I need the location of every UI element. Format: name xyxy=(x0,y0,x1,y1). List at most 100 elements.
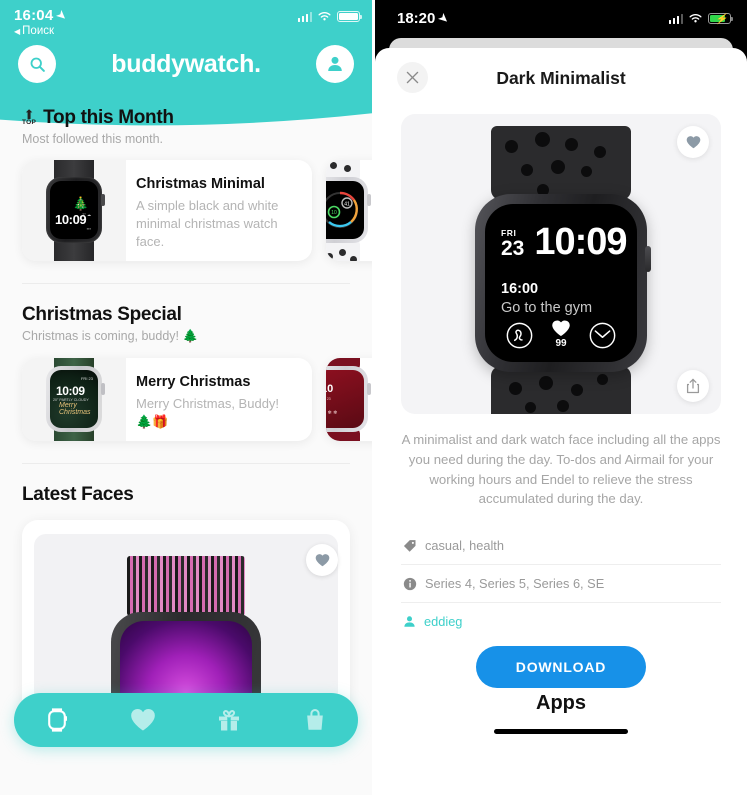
complication-airmail xyxy=(589,322,616,349)
complication-endel xyxy=(506,322,533,349)
watch-case: 41 10 xyxy=(326,177,371,244)
watchface-card[interactable]: FRI 23 10:09 20° PARTLY CLOUDY Merry Chri… xyxy=(22,357,312,441)
merry-christmas-script: Merry Christmas xyxy=(59,402,91,417)
watchface-name: Merry Christmas xyxy=(136,373,251,390)
back-to-app-link[interactable]: ◀ Поиск xyxy=(14,25,67,37)
svg-text:41: 41 xyxy=(344,202,350,208)
section-title: Christmas Special xyxy=(22,303,182,325)
location-arrow-icon: ➤ xyxy=(436,11,452,27)
section-title: Latest Faces xyxy=(22,483,134,505)
section-subtitle: Most followed this month. xyxy=(22,132,164,146)
apps-label: Apps xyxy=(536,692,586,715)
close-button[interactable] xyxy=(397,62,428,93)
heart-icon xyxy=(552,320,570,337)
digital-crown xyxy=(367,194,371,207)
watchface-day: 23 xyxy=(501,236,525,260)
share-button[interactable] xyxy=(677,370,709,402)
download-section: DOWNLOAD Apps xyxy=(375,646,747,735)
section-title: Top this Month xyxy=(43,107,174,128)
person-icon xyxy=(328,56,342,71)
watch-screen: FRI 23 10:09 16:00 Go to the gym 99 xyxy=(485,204,637,362)
christmas-tree-glyph: 🎄 xyxy=(72,196,89,212)
status-time-text: 18:20 xyxy=(397,10,436,27)
dual-screen-container: 16:04 ➤ ◀ Поиск buddywatch. ⬆ TOP Top th… xyxy=(0,0,750,795)
meta-row-compatibility: Series 4, Series 5, Series 6, SE xyxy=(401,565,721,604)
buddywatch-home-screen: 16:04 ➤ ◀ Поиск buddywatch. ⬆ TOP Top th… xyxy=(0,0,375,795)
watchface-card-peek[interactable]: 10 VEN 23 ❄ ❄ ❄ xyxy=(326,357,372,441)
watchface-info: Merry Christmas Merry Christmas, Buddy! … xyxy=(126,358,312,441)
watch-case: FRI 23 10:09 20° PARTLY CLOUDY Merry Chri… xyxy=(46,366,105,433)
favorite-button[interactable] xyxy=(306,543,338,576)
watch-illustration-nike: 41 10 xyxy=(326,160,371,261)
watch-date-mini: FRI 23 xyxy=(80,376,93,382)
watchface-card-rail[interactable]: 🎄 2° ☁ 10:09 ▪▪▪ Christmas Minimal A sim… xyxy=(0,146,372,261)
profile-button[interactable] xyxy=(315,45,354,83)
home-indicator xyxy=(494,729,628,735)
watch-screen: 🎄 2° ☁ 10:09 ▪▪▪ xyxy=(50,181,98,240)
battery-charging-icon: ⚡ xyxy=(708,13,733,25)
heartrate-value: 99 xyxy=(555,338,567,349)
watchface-card[interactable]: 🎄 2° ☁ 10:09 ▪▪▪ Christmas Minimal A sim… xyxy=(22,160,312,261)
back-triangle-icon: ◀ xyxy=(14,26,21,36)
section-top-this-month: ⬆ TOP Top this Month Most followed this … xyxy=(0,107,372,261)
info-icon xyxy=(403,577,417,591)
cellular-icon xyxy=(297,11,312,22)
heart-icon xyxy=(315,553,329,566)
watchface-event-time: 16:00 xyxy=(501,281,539,297)
watchface-event-title: Go to the gym xyxy=(501,300,593,316)
top-badge-icon: ⬆ TOP xyxy=(22,107,36,127)
digital-crown xyxy=(367,383,371,396)
heart-icon xyxy=(131,708,155,731)
watchface-info: Christmas Minimal A simple black and whi… xyxy=(126,160,312,261)
tab-gifts[interactable] xyxy=(202,693,256,747)
watchface-card-peek[interactable]: 41 10 xyxy=(326,160,372,261)
section-header: Christmas Special Christmas is coming, b… xyxy=(0,304,372,344)
wifi-icon xyxy=(689,13,702,23)
section-divider xyxy=(22,462,350,464)
meta-row-author[interactable]: eddieg xyxy=(401,603,721,640)
airmail-icon xyxy=(589,322,616,349)
watch-complication-mini: ▪▪▪ xyxy=(86,226,91,232)
watch-case: 🎄 2° ☁ 10:09 ▪▪▪ xyxy=(46,177,105,244)
tab-shop[interactable] xyxy=(288,693,342,747)
back-label: Поиск xyxy=(22,25,55,37)
status-left: 16:04 ➤ ◀ Поиск xyxy=(14,7,69,37)
status-time: 16:04 ➤ xyxy=(14,7,69,24)
search-button[interactable] xyxy=(18,45,56,83)
watchface-thumbnail: 🎄 2° ☁ 10:09 ▪▪▪ xyxy=(22,160,126,261)
close-icon xyxy=(406,71,419,84)
bottom-tab-bar xyxy=(14,693,358,747)
infograph-face-graphic: 41 10 xyxy=(326,192,358,229)
watch-illustration-red: 10 VEN 23 ❄ ❄ ❄ xyxy=(326,357,371,441)
tag-icon xyxy=(403,539,417,553)
status-time: 18:20 ➤ xyxy=(397,10,452,27)
watch-illustration-dark: 🎄 2° ☁ 10:09 ▪▪▪ xyxy=(46,160,105,261)
download-button[interactable]: DOWNLOAD xyxy=(476,646,646,689)
watchface-description: Merry Christmas, Buddy! 🌲🎁 xyxy=(136,395,280,429)
ios-status-bar: 18:20 ➤ ⚡ xyxy=(375,0,747,34)
watch-case: FRI 23 10:09 16:00 Go to the gym 99 xyxy=(475,194,651,372)
meta-author-name: eddieg xyxy=(424,614,463,630)
charging-bolt-icon: ⚡ xyxy=(715,14,728,25)
complication-heartrate: 99 xyxy=(551,319,571,349)
watchface-description: A minimalist and dark watch face includi… xyxy=(401,432,721,507)
section-header: ⬆ TOP Top this Month Most followed this … xyxy=(0,107,372,146)
status-time-text: 16:04 xyxy=(14,7,54,24)
home-scroll-content[interactable]: ⬆ TOP Top this Month Most followed this … xyxy=(0,83,372,730)
tab-watchfaces[interactable] xyxy=(30,693,84,747)
tab-favorites[interactable] xyxy=(116,693,170,747)
watch-band-bottom xyxy=(491,366,631,414)
status-right xyxy=(297,7,362,22)
watchface-description: A simple black and white minimal christm… xyxy=(136,198,279,249)
watch-screen: 41 10 xyxy=(326,181,364,240)
watchface-detail-screen: 18:20 ➤ ⚡ Dark Minimalist FRI 23 10:09 1… xyxy=(375,0,747,795)
watch-screen: FRI 23 10:09 20° PARTLY CLOUDY Merry Chri… xyxy=(50,370,98,429)
watchface-thumbnail: FRI 23 10:09 20° PARTLY CLOUDY Merry Chri… xyxy=(22,357,126,441)
search-icon xyxy=(30,57,45,72)
watchface-card-rail[interactable]: FRI 23 10:09 20° PARTLY CLOUDY Merry Chri… xyxy=(0,344,372,441)
digital-crown xyxy=(101,194,105,207)
battery-icon xyxy=(337,11,362,22)
person-icon xyxy=(403,615,416,628)
favorite-button[interactable] xyxy=(677,126,709,158)
section-header: Latest Faces xyxy=(0,484,372,506)
